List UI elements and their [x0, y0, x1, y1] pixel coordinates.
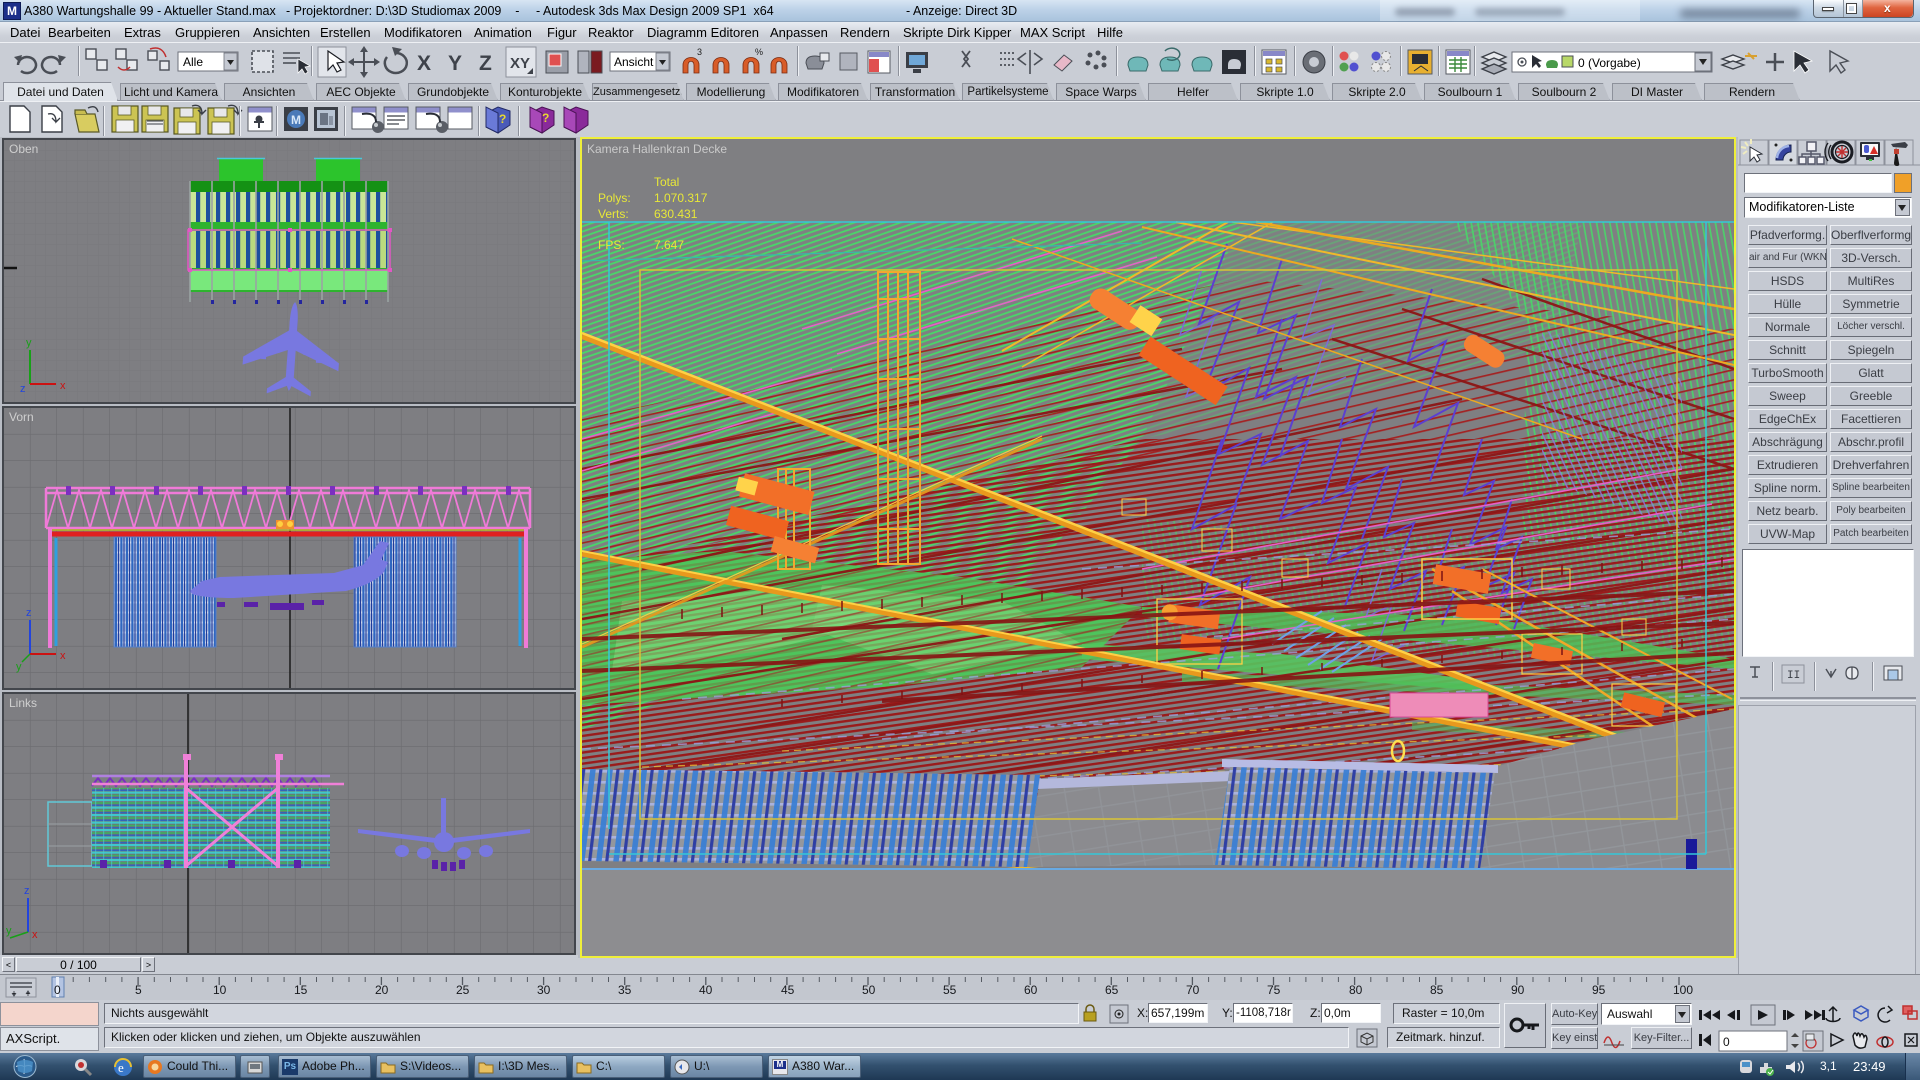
svg-text:Kamera Hallenkran Decke: Kamera Hallenkran Decke: [587, 142, 727, 156]
svg-text:85: 85: [1430, 983, 1444, 997]
svg-text:Oben: Oben: [9, 142, 38, 156]
svg-text:Total: Total: [654, 175, 679, 189]
svg-text:30: 30: [537, 983, 551, 997]
svg-text:Vorn: Vorn: [9, 410, 34, 424]
svg-text:60: 60: [1024, 983, 1038, 997]
svg-text:FPS:: FPS:: [598, 238, 625, 252]
svg-text:0: 0: [1723, 1035, 1730, 1049]
svg-text:Verts:: Verts:: [598, 207, 629, 221]
svg-text:z: z: [24, 885, 30, 897]
svg-text:15: 15: [294, 983, 308, 997]
svg-text:50: 50: [862, 983, 876, 997]
svg-text:X: X: [417, 52, 431, 75]
svg-text:Links: Links: [9, 696, 37, 710]
svg-text:35: 35: [618, 983, 632, 997]
svg-text:y: y: [26, 337, 32, 349]
svg-text:10: 10: [213, 983, 227, 997]
svg-text:0: 0: [54, 983, 61, 997]
svg-text:55: 55: [943, 983, 957, 997]
svg-text:Y: Y: [448, 52, 462, 75]
svg-text:?: ?: [542, 111, 549, 125]
svg-text:3: 3: [697, 47, 702, 57]
svg-text:e: e: [118, 1060, 124, 1075]
svg-text:z: z: [20, 383, 26, 395]
svg-text:25: 25: [456, 983, 470, 997]
svg-text:65: 65: [1105, 983, 1119, 997]
svg-text:x: x: [60, 380, 66, 392]
svg-text:%: %: [755, 47, 763, 57]
svg-text:x: x: [60, 650, 66, 662]
svg-text:95: 95: [1592, 983, 1606, 997]
svg-text:100: 100: [1673, 983, 1693, 997]
svg-text:90: 90: [1511, 983, 1525, 997]
svg-text:40: 40: [699, 983, 713, 997]
svg-text:y: y: [16, 661, 22, 673]
svg-text:M: M: [291, 113, 301, 127]
svg-text:y: y: [6, 925, 12, 937]
svg-text:20: 20: [375, 983, 389, 997]
svg-text:45: 45: [781, 983, 795, 997]
svg-text:630.431: 630.431: [654, 207, 698, 221]
svg-text:Z: Z: [479, 52, 492, 75]
svg-text:5: 5: [135, 983, 142, 997]
svg-text:x: x: [32, 929, 38, 941]
svg-text:II: II: [1787, 670, 1800, 682]
svg-text:7.647: 7.647: [654, 238, 684, 252]
svg-text:?: ?: [499, 112, 506, 126]
svg-text:75: 75: [1267, 983, 1281, 997]
svg-text:XY: XY: [510, 55, 530, 72]
svg-text:z: z: [26, 607, 32, 619]
svg-text:80: 80: [1349, 983, 1363, 997]
svg-text:Polys:: Polys:: [598, 191, 631, 205]
svg-text:1.070.317: 1.070.317: [654, 191, 708, 205]
svg-text:Alle: Alle: [183, 55, 203, 69]
svg-text:70: 70: [1186, 983, 1200, 997]
svg-text:0 (Vorgabe): 0 (Vorgabe): [1578, 56, 1641, 70]
svg-text:Ansicht: Ansicht: [614, 55, 654, 69]
